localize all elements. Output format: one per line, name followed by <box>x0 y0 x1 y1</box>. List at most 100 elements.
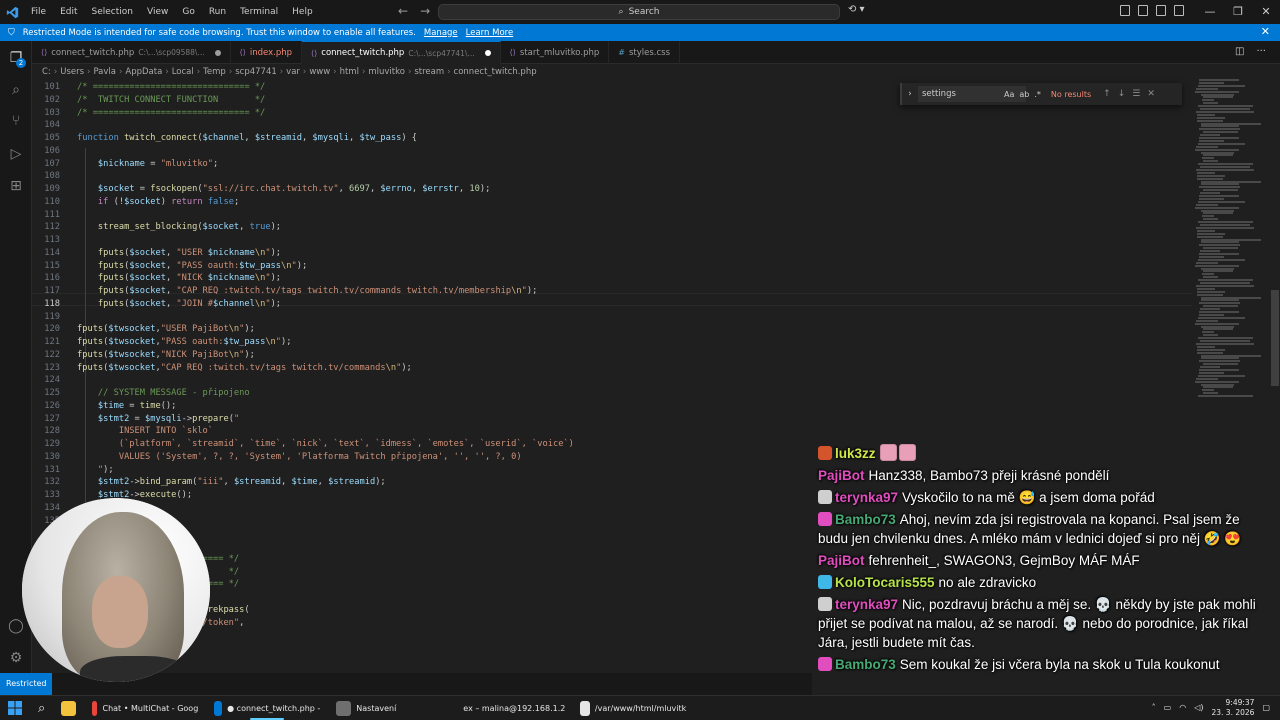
chevron-right-icon: › <box>361 66 366 77</box>
taskbar-app[interactable]: ex – malina@192.168.1.2 <box>450 696 572 720</box>
minimap-line <box>1200 366 1220 369</box>
minimap-line <box>1199 128 1240 131</box>
breadcrumb-segment[interactable]: C: <box>42 67 51 77</box>
match-case-toggle[interactable]: Aa <box>1004 90 1014 99</box>
breadcrumb-segment[interactable]: AppData <box>125 67 162 77</box>
maximize-button[interactable]: ❐ <box>1224 0 1252 24</box>
breadcrumb-segment[interactable]: Temp <box>203 67 226 77</box>
chat-username[interactable]: luk3zz <box>835 446 876 461</box>
line-number: 125 <box>44 388 60 398</box>
menu-view[interactable]: View <box>140 0 175 24</box>
chat-username[interactable]: PajiBot <box>818 468 865 483</box>
breadcrumb-segment[interactable]: connect_twitch.php <box>454 67 537 77</box>
volume-icon[interactable]: ◁) <box>1194 703 1203 712</box>
unsaved-dot-icon[interactable] <box>214 49 221 56</box>
line-number: 105 <box>44 133 60 143</box>
tab-label: styles.css <box>628 47 670 58</box>
manage-link[interactable]: Manage <box>424 28 458 38</box>
chat-username[interactable]: KoloTocaris555 <box>835 575 935 590</box>
close-icon[interactable]: ✕ <box>1147 89 1155 99</box>
chat-username[interactable]: terynka97 <box>835 490 898 505</box>
more-actions-icon[interactable]: ··· <box>1256 46 1266 57</box>
chevron-up-icon[interactable]: ˄ <box>1152 703 1156 712</box>
wifi-icon[interactable]: ◠ <box>1179 703 1186 712</box>
minimap-line <box>1201 241 1239 244</box>
start-button[interactable] <box>0 696 30 720</box>
editor-tab[interactable]: ⟨⟩ connect_twitch.php C:\...\scp47741\... <box>302 41 501 64</box>
breadcrumb-segment[interactable]: Local <box>172 67 194 77</box>
line-number: 127 <box>44 413 60 424</box>
regex-toggle[interactable]: .* <box>1034 90 1041 99</box>
line-number: 130 <box>44 451 60 462</box>
code-text: fputs($socket, "USER $nickname\n"); <box>97 247 282 258</box>
toggle-secondary-sidebar-icon[interactable] <box>1156 5 1166 16</box>
file-explorer-button[interactable] <box>53 696 84 720</box>
minimize-button[interactable]: — <box>1196 0 1224 24</box>
chat-username[interactable]: terynka97 <box>835 597 898 612</box>
taskbar-app-label: ● connect_twitch.php - <box>227 703 321 713</box>
toggle-primary-sidebar-icon[interactable] <box>1120 5 1130 16</box>
editor-tab[interactable]: ⟨⟩ start_mluvitko.php <box>501 41 610 64</box>
breadcrumb-segment[interactable]: Pavla <box>93 67 116 77</box>
customize-layout-icon[interactable] <box>1174 5 1184 16</box>
minimap-line <box>1200 166 1250 168</box>
breadcrumb-segment[interactable]: var <box>286 67 300 77</box>
taskbar-app[interactable]: Nastavení <box>328 696 450 720</box>
split-editor-icon[interactable]: ◫ <box>1235 46 1244 57</box>
search-icon[interactable]: ⌕ <box>7 81 25 99</box>
editor-tab[interactable]: # styles.css <box>609 41 680 64</box>
menu-go[interactable]: Go <box>175 0 201 24</box>
minimap-line <box>1203 154 1233 157</box>
chat-username[interactable]: Bambo73 <box>835 657 896 672</box>
close-icon[interactable]: ✕ <box>1261 25 1270 38</box>
taskbar-search-button[interactable]: ⌕ <box>30 696 53 720</box>
line-number: 107 <box>44 158 60 169</box>
extensions-icon[interactable]: ⊞ <box>7 177 25 195</box>
breadcrumb-segment[interactable]: mluvitko <box>368 67 405 77</box>
taskbar-app[interactable]: Chat • MultiChat - Goog <box>84 696 206 720</box>
menu-run[interactable]: Run <box>202 0 233 24</box>
toggle-replace-icon[interactable]: › <box>902 89 918 99</box>
editor-tab[interactable]: ⟨⟩ connect_twitch.php C:\...\scp09588\... <box>32 41 231 64</box>
chat-username[interactable]: PajiBot <box>818 553 865 568</box>
line-number: 108 <box>44 171 60 182</box>
run-debug-icon[interactable]: ▷ <box>7 145 25 163</box>
notifications-icon[interactable]: ▢ <box>1262 703 1270 712</box>
line-number: 126 <box>44 400 60 411</box>
whole-word-toggle[interactable]: ab <box>1019 90 1029 99</box>
menu-edit[interactable]: Edit <box>53 0 84 24</box>
taskbar-app[interactable]: ● connect_twitch.php - <box>206 696 328 720</box>
forward-arrow-icon[interactable]: → <box>420 4 430 18</box>
network-icon[interactable]: ▭ <box>1164 703 1172 712</box>
command-center[interactable]: ⌕ Search <box>438 4 840 20</box>
chat-username[interactable]: Bambo73 <box>835 512 896 527</box>
find-in-selection-icon[interactable]: ☰ <box>1132 89 1140 99</box>
minimap-line <box>1198 105 1253 108</box>
clock-time: 9:49:37 <box>1225 697 1255 707</box>
copilot-icon[interactable]: ⟲ ▾ <box>848 4 865 15</box>
breadcrumb-segment[interactable]: scp47741 <box>235 67 277 77</box>
learn-more-link[interactable]: Learn More <box>466 28 514 38</box>
previous-match-icon[interactable]: ↑ <box>1103 89 1111 99</box>
editor-tabs: ⟨⟩ connect_twitch.php C:\...\scp09588\... ⟨… <box>32 41 1280 64</box>
menu-selection[interactable]: Selection <box>85 0 140 24</box>
breadcrumb-segment[interactable]: stream <box>414 67 444 77</box>
taskbar-app[interactable]: /var/www/html/mluvitk <box>572 696 694 720</box>
source-control-icon[interactable]: ⑂ <box>7 112 25 130</box>
clock[interactable]: 9:49:37 23. 3. 2026 <box>1211 698 1254 718</box>
close-window-button[interactable]: ✕ <box>1252 0 1280 24</box>
unsaved-dot-icon[interactable] <box>484 50 491 56</box>
breadcrumb-segment[interactable]: html <box>340 67 359 77</box>
breadcrumb-segment[interactable]: www <box>309 67 330 77</box>
menu-help[interactable]: Help <box>285 0 320 24</box>
minimap[interactable] <box>1195 79 1270 399</box>
vertical-scrollbar[interactable] <box>1271 290 1279 386</box>
code-text: if (!$socket) return false; <box>97 196 240 207</box>
menu-terminal[interactable]: Terminal <box>233 0 285 24</box>
next-match-icon[interactable]: ↓ <box>1118 89 1126 99</box>
menu-file[interactable]: File <box>24 0 53 24</box>
breadcrumb-segment[interactable]: Users <box>60 67 84 77</box>
back-arrow-icon[interactable]: ← <box>398 4 408 18</box>
editor-tab[interactable]: ⟨⟩ index.php <box>231 41 303 64</box>
toggle-panel-icon[interactable] <box>1138 5 1148 16</box>
